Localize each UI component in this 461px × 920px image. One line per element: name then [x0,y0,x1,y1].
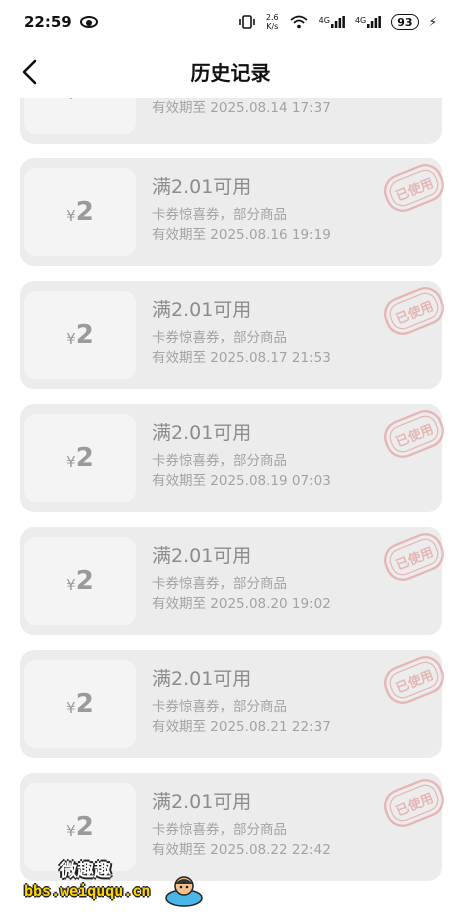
signal-bars-icon [367,16,382,28]
coupon-card[interactable]: ¥2 满2.01可用 卡券惊喜券，部分商品 有效期至 2025.08.17 21… [20,281,445,389]
page-title: 历史记录 [190,60,271,85]
site-watermark: 微趣趣 bbs.weiququ.cn [14,852,214,912]
coupon-card[interactable]: ¥2 满2.01可用 卡券惊喜券，部分商品 有效期至 2025.08.19 07… [20,404,445,512]
signal-1-label: 4G [318,16,330,25]
coupon-info: 满2.01可用 卡券惊喜券，部分商品 有效期至 2025.08.22 22:42 [152,787,331,860]
coupon-desc: 卡券惊喜券，部分商品 [152,576,287,592]
coupon-info: 满2.01可用 卡券惊喜券，部分商品 有效期至 2025.08.21 22:37 [152,664,331,737]
net-speed: 2.6 K/s [266,13,279,31]
used-stamp-icon: 已使用 [383,533,445,581]
coupon-title: 满2.01可用 [152,668,252,690]
coupon-stub: ¥2 [24,168,136,256]
coupon-amount: 2 [76,98,94,105]
coupon-info: 满2.01可用 卡券惊喜券，部分商品 有效期至 2025.08.20 19:02 [152,541,331,614]
signal-2: 4G [354,16,382,28]
battery-indicator: 93 [391,14,419,30]
coupon-stub: ¥2 [24,98,136,134]
coupon-amount: 2 [75,320,94,350]
watermark-title: 微趣趣 [60,861,111,881]
charging-icon: ⚡ [428,15,437,29]
coupon-title: 满2.01可用 [152,791,252,813]
coupon-amount: 2 [75,689,94,719]
coupon-expiry: 有效期至 2025.08.17 21:53 [152,350,331,366]
coupon-stub: ¥2 [24,414,136,502]
coupon-title: 满2.01可用 [152,176,252,198]
currency-symbol: ¥ [66,98,76,103]
coupon-stub: ¥2 [24,537,136,625]
coupon-history-list[interactable]: ¥2 有效期至 2025.08.14 17:37 ¥2 满2.01可用 卡券惊喜… [0,98,461,920]
coupon-expiry: 有效期至 2025.08.19 07:03 [152,473,331,489]
currency-symbol: ¥ [66,576,76,594]
coupon-title: 满2.01可用 [152,422,252,444]
eye-icon [79,16,98,28]
back-button[interactable] [14,56,48,88]
net-speed-unit: K/s [266,22,279,31]
signal-2-label: 4G [354,16,367,25]
currency-symbol: ¥ [66,207,76,225]
status-time: 22:59 [24,13,72,31]
coupon-stub: ¥2 [24,291,136,379]
used-stamp-icon: 已使用 [383,656,445,704]
coupon-expiry: 有效期至 2025.08.21 22:37 [152,719,331,735]
coupon-desc: 卡券惊喜券，部分商品 [152,330,287,346]
used-stamp-icon: 已使用 [383,164,445,212]
coupon-desc: 卡券惊喜券，部分商品 [152,453,287,469]
coupon-desc: 卡券惊喜券，部分商品 [152,207,287,223]
coupon-card-partial[interactable]: ¥2 有效期至 2025.08.14 17:37 [20,98,442,144]
coupon-amount: 2 [75,197,94,227]
coupon-info: 满2.01可用 卡券惊喜券，部分商品 有效期至 2025.08.17 21:53 [152,295,331,368]
coupon-card[interactable]: ¥2 满2.01可用 卡券惊喜券，部分商品 有效期至 2025.08.21 22… [20,650,445,758]
page-header: 历史记录 [0,44,461,98]
signal-1: 4G [319,16,345,28]
coupon-amount: 2 [75,812,94,842]
currency-symbol: ¥ [66,699,76,717]
currency-symbol: ¥ [66,822,76,840]
coupon-expiry: 有效期至 2025.08.14 17:37 [152,100,331,116]
coupon-amount: 2 [75,566,94,596]
coupon-title: 满2.01可用 [152,299,252,321]
coupon-card[interactable]: ¥2 满2.01可用 卡券惊喜券，部分商品 有效期至 2025.08.20 19… [20,527,445,635]
coupon-info: 满2.01可用 卡券惊喜券，部分商品 有效期至 2025.08.16 19:19 [152,172,331,245]
vibrate-icon [239,15,255,29]
currency-symbol: ¥ [66,330,76,348]
signal-bars-icon [330,16,345,28]
net-speed-value: 2.6 [265,13,279,22]
status-bar: 22:59 2.6 K/s 4G 4G 93 ⚡ [0,0,461,44]
wifi-icon [290,15,308,29]
used-stamp-icon: 已使用 [383,410,445,458]
chevron-left-icon [22,59,37,85]
coupon-stub: ¥2 [24,660,136,748]
currency-symbol: ¥ [66,453,76,471]
coupon-expiry: 有效期至 2025.08.20 19:02 [152,596,331,612]
coupon-card[interactable]: ¥2 满2.01可用 卡券惊喜券，部分商品 有效期至 2025.08.16 19… [20,158,445,266]
watermark-url: bbs.weiququ.cn [24,882,151,900]
used-stamp-icon: 已使用 [383,779,445,827]
mascot-icon [165,876,203,907]
coupon-title: 满2.01可用 [152,545,252,567]
used-stamp-icon: 已使用 [383,287,445,335]
coupon-desc: 卡券惊喜券，部分商品 [152,699,287,715]
coupon-amount: 2 [75,443,94,473]
coupon-expiry: 有效期至 2025.08.16 19:19 [152,227,331,243]
coupon-info: 满2.01可用 卡券惊喜券，部分商品 有效期至 2025.08.19 07:03 [152,418,331,491]
coupon-desc: 卡券惊喜券，部分商品 [152,822,287,838]
